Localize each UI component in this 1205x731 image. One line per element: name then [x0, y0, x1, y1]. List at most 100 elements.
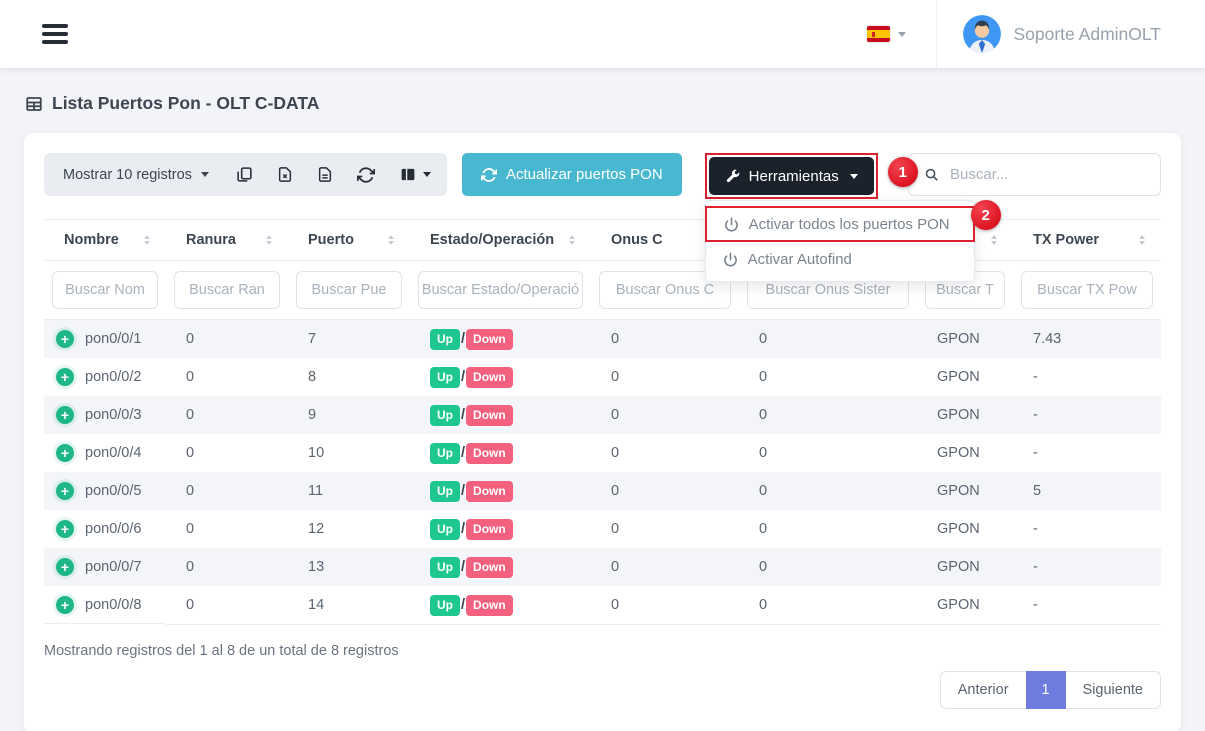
column-header-nombre[interactable]: Nombre: [44, 220, 166, 261]
sort-icon[interactable]: [569, 235, 575, 245]
excel-export-button[interactable]: [265, 153, 305, 196]
onus-sister-value: 0: [739, 358, 917, 396]
pagination: Anterior 1 Siguiente: [940, 671, 1161, 709]
status-down-badge: Down: [466, 557, 513, 578]
onus-c-value: 0: [591, 396, 739, 434]
menu-item-label: Activar Autofind: [748, 251, 852, 268]
table-row: + pon0/0/6 0 12 Up/Down 0 0 GPON -: [44, 510, 1161, 548]
page-title-text: Lista Puertos Pon - OLT C-DATA: [52, 93, 319, 114]
tx-power-value: 5: [1013, 472, 1161, 510]
expand-row-icon[interactable]: +: [56, 444, 74, 462]
onus-sister-value: 0: [739, 510, 917, 548]
onus-c-value: 0: [591, 510, 739, 548]
search-box: [908, 153, 1161, 196]
update-pon-ports-button[interactable]: Actualizar puertos PON: [462, 153, 682, 196]
user-name: Soporte AdminOLT: [1013, 24, 1161, 45]
port-name: pon0/0/3: [85, 407, 141, 423]
sort-icon[interactable]: [144, 235, 150, 245]
badge-separator: /: [461, 407, 465, 423]
menu-toggle-icon[interactable]: [42, 24, 68, 44]
ranura-value: 0: [166, 548, 288, 586]
spain-flag-icon: [867, 26, 890, 42]
table-row: + pon0/0/5 0 11 Up/Down 0 0 GPON 5: [44, 472, 1161, 510]
expand-row-icon[interactable]: +: [56, 520, 74, 538]
puerto-value: 8: [288, 358, 410, 396]
filter-cell: [1013, 261, 1161, 320]
column-label: Puerto: [308, 232, 354, 248]
status-down-badge: Down: [466, 329, 513, 350]
estado-cell: Up/Down: [410, 320, 591, 359]
filter-input-ranura[interactable]: [174, 271, 280, 309]
estado-cell: Up/Down: [410, 510, 591, 548]
chevron-down-icon: [898, 32, 906, 37]
copy-button[interactable]: [224, 153, 265, 196]
port-name: pon0/0/2: [85, 369, 141, 385]
sort-icon[interactable]: [388, 235, 394, 245]
page-length-dropdown[interactable]: Mostrar 10 registros: [48, 167, 224, 183]
filter-input-puerto[interactable]: [296, 271, 402, 309]
status-up-badge: Up: [430, 481, 460, 502]
badge-separator: /: [461, 559, 465, 575]
search-icon: [924, 166, 939, 183]
sort-icon[interactable]: [991, 235, 997, 245]
status-up-badge: Up: [430, 519, 460, 540]
sort-icon[interactable]: [1139, 235, 1145, 245]
column-header-tx_power[interactable]: TX Power: [1013, 220, 1161, 261]
expand-row-icon[interactable]: +: [56, 330, 74, 348]
column-header-ranura[interactable]: Ranura: [166, 220, 288, 261]
filter-input-tx_power[interactable]: [1021, 271, 1153, 309]
filter-input-estado[interactable]: [418, 271, 583, 309]
column-label: Nombre: [64, 232, 119, 248]
tipo-value: GPON: [917, 510, 1013, 548]
pagination-next-button[interactable]: Siguiente: [1066, 671, 1161, 709]
status-down-badge: Down: [466, 481, 513, 502]
onus-c-value: 0: [591, 434, 739, 472]
puerto-value: 11: [288, 472, 410, 510]
table-icon: [25, 95, 43, 113]
annotation-box-2: Activar todos los puertos PON 2: [705, 206, 975, 242]
onus-c-value: 0: [591, 548, 739, 586]
column-label: Estado/Operación: [430, 232, 554, 248]
tools-dropdown-button[interactable]: Herramientas: [709, 157, 874, 195]
pagination-previous-button[interactable]: Anterior: [940, 671, 1026, 709]
expand-row-icon[interactable]: +: [56, 558, 74, 576]
puerto-value: 7: [288, 320, 410, 359]
port-name: pon0/0/5: [85, 483, 141, 499]
expand-row-icon[interactable]: +: [56, 482, 74, 500]
column-visibility-dropdown[interactable]: [387, 153, 443, 196]
onus-sister-value: 0: [739, 320, 917, 359]
onus-sister-value: 0: [739, 586, 917, 624]
status-down-badge: Down: [466, 519, 513, 540]
tx-power-value: -: [1013, 358, 1161, 396]
expand-row-icon[interactable]: +: [56, 596, 74, 614]
expand-row-icon[interactable]: +: [56, 406, 74, 424]
table-row: + pon0/0/8 0 14 Up/Down 0 0 GPON -: [44, 586, 1161, 624]
search-input[interactable]: [950, 166, 1145, 183]
page-title: Lista Puertos Pon - OLT C-DATA: [25, 93, 1181, 114]
ranura-value: 0: [166, 396, 288, 434]
sort-icon[interactable]: [266, 235, 272, 245]
file-export-button[interactable]: [305, 153, 345, 196]
pagination-page-1-button[interactable]: 1: [1026, 671, 1066, 709]
menu-item-activate-all-pon-ports[interactable]: Activar todos los puertos PON: [707, 208, 973, 240]
tx-power-value: -: [1013, 510, 1161, 548]
table-toolbar: Mostrar 10 registros: [44, 153, 1161, 199]
column-label: TX Power: [1033, 232, 1099, 248]
badge-separator: /: [461, 369, 465, 385]
expand-row-icon[interactable]: +: [56, 368, 74, 386]
tx-power-value: -: [1013, 548, 1161, 586]
language-dropdown[interactable]: [867, 26, 906, 42]
filter-input-nombre[interactable]: [52, 271, 158, 309]
chevron-down-icon: [423, 172, 431, 177]
user-menu[interactable]: Soporte AdminOLT: [963, 15, 1161, 53]
column-header-puerto[interactable]: Puerto: [288, 220, 410, 261]
column-header-estado[interactable]: Estado/Operación: [410, 220, 591, 261]
onus-c-value: 0: [591, 472, 739, 510]
reload-table-button[interactable]: [345, 153, 387, 196]
datatable-buttons-group: Mostrar 10 registros: [44, 153, 447, 196]
menu-item-activate-autofind[interactable]: Activar Autofind: [706, 242, 974, 276]
refresh-icon: [481, 167, 497, 183]
top-navbar: Soporte AdminOLT: [0, 0, 1205, 68]
filter-cell: [410, 261, 591, 320]
status-up-badge: Up: [430, 367, 460, 388]
